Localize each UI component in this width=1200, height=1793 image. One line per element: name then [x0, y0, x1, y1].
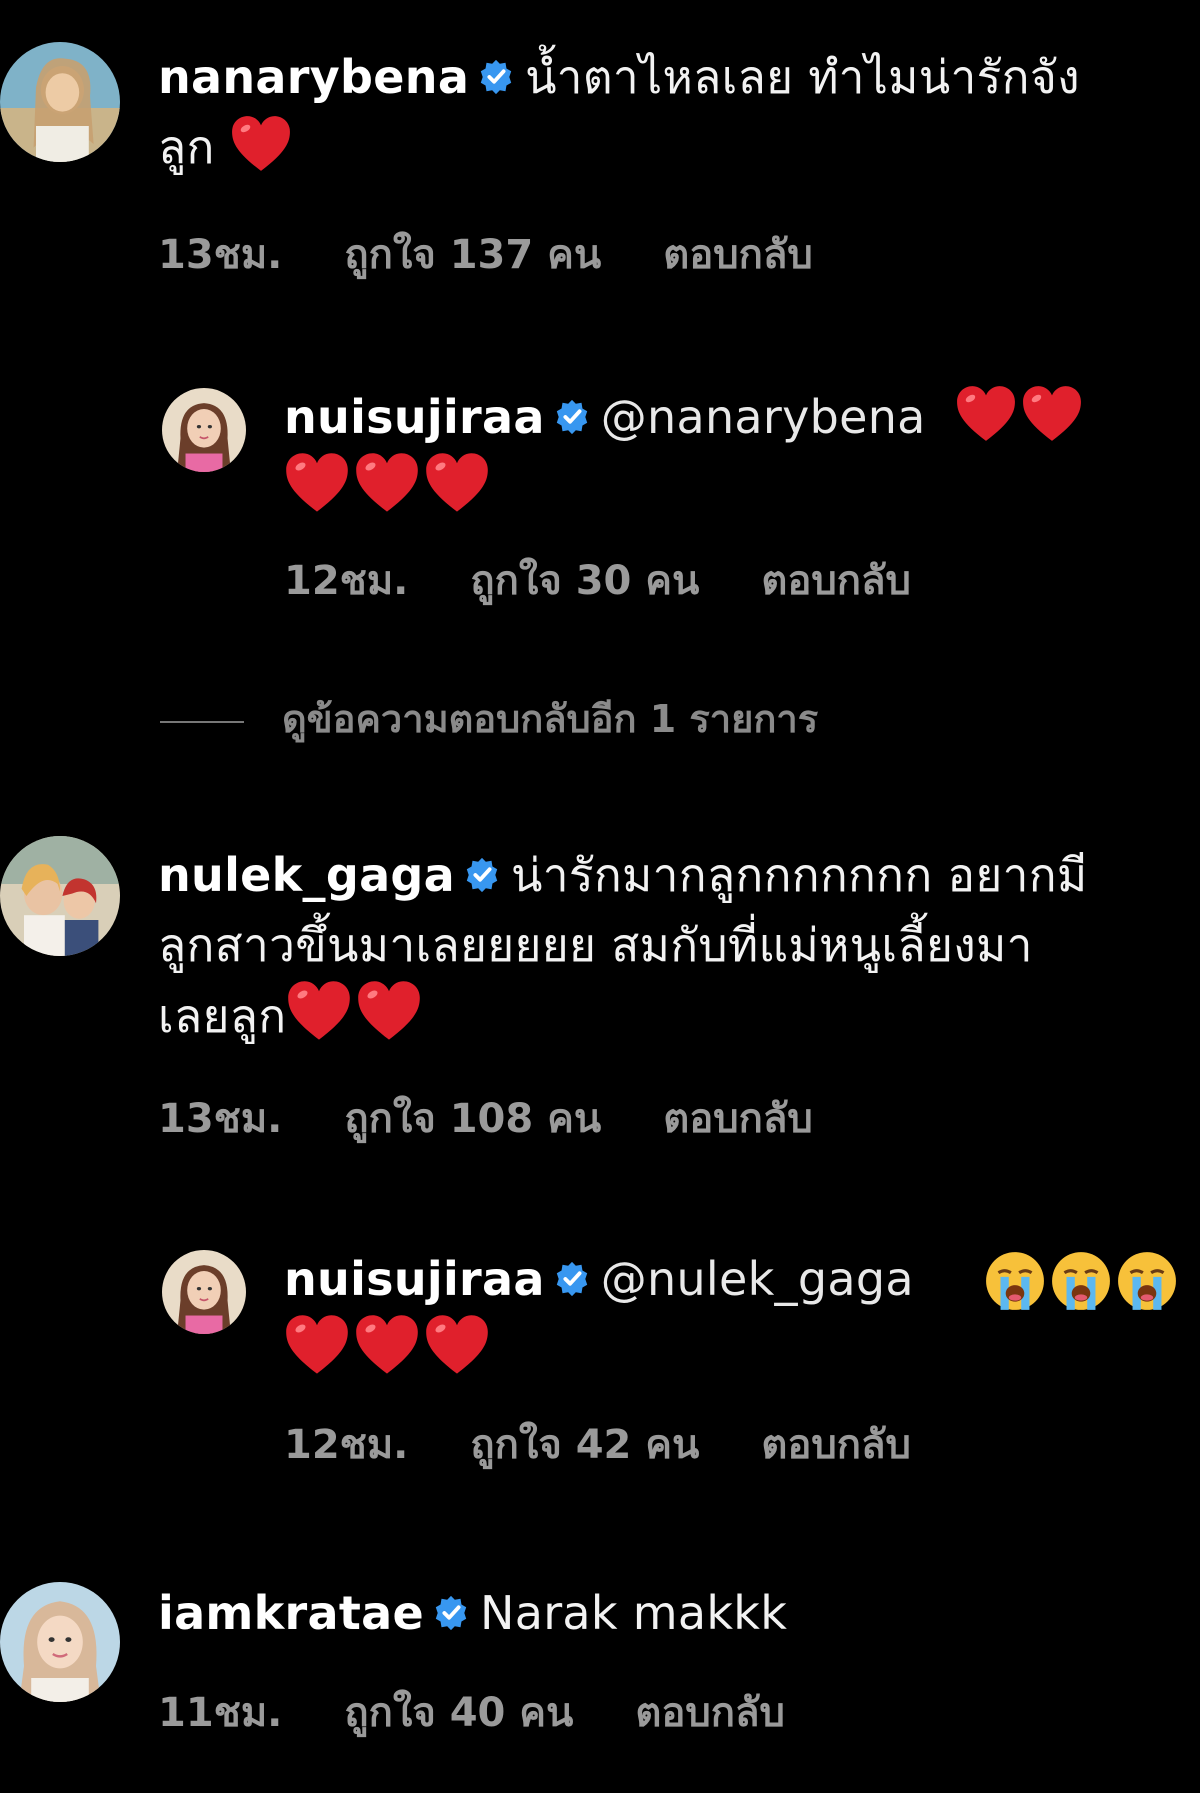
verified-badge-icon: [463, 856, 501, 894]
red-heart-emoji-icon: [356, 980, 422, 1042]
comment-text: เลยลูก: [158, 989, 287, 1043]
username[interactable]: nuisujiraa: [284, 390, 545, 444]
username[interactable]: nulek_gaga: [158, 848, 455, 902]
red-heart-emoji-icon: [354, 1314, 420, 1376]
view-more-replies-button[interactable]: ดูข้อความตอบกลับอีก 1 รายการ: [160, 688, 818, 749]
username[interactable]: iamkratae: [158, 1586, 424, 1640]
reply-button[interactable]: ตอบกลับ: [761, 1412, 911, 1476]
red-heart-emoji-icon: [284, 1314, 350, 1376]
reply-button[interactable]: ตอบกลับ: [663, 222, 813, 286]
loudly-crying-emoji-icon: [984, 1250, 1046, 1312]
red-heart-emoji-icon: [230, 115, 292, 173]
red-heart-emoji-icon: [284, 452, 350, 514]
username[interactable]: nuisujiraa: [284, 1252, 545, 1306]
verified-badge-icon: [432, 1594, 470, 1632]
comment-line-2: ลูกสาวขึ้นมาเลยยยยย สมกับที่แม่หนูเลี้ยง…: [158, 910, 1198, 980]
loudly-crying-emoji-icon: [1116, 1250, 1178, 1312]
red-heart-emoji-icon: [354, 452, 420, 514]
reply-button[interactable]: ตอบกลับ: [635, 1680, 785, 1744]
comment-line-2: ลูก: [158, 112, 1188, 182]
comment-text: ลูก: [158, 120, 215, 174]
comment-line-1: iamkratae Narak makkk: [158, 1578, 1158, 1648]
verified-badge-icon: [553, 398, 591, 436]
comment-line-2: [284, 452, 1184, 523]
comment-text: Narak makkk: [480, 1586, 788, 1640]
timestamp: 13ชม.: [158, 232, 283, 278]
comment-text: น้ำตาไหลเลย ทำไมน่ารักจัง: [525, 50, 1080, 104]
red-heart-emoji-icon: [286, 980, 352, 1042]
comment-line-3: เลยลูก: [158, 980, 1198, 1051]
comment-line-1: nanarybena น้ำตาไหลเลย ทำไมน่ารักจัง: [158, 42, 1188, 112]
verified-badge-icon: [477, 58, 515, 96]
verified-badge-icon: [553, 1260, 591, 1298]
reply-button[interactable]: ตอบกลับ: [761, 548, 911, 612]
likes-count[interactable]: ถูกใจ 30 คน: [470, 548, 699, 612]
avatar[interactable]: [0, 836, 120, 956]
comment-text: น่ารักมากลูกกกกกกก อยากมี: [511, 848, 1088, 902]
comment-line-1: nulek_gaga น่ารักมากลูกกกกกกก อยากมี: [158, 840, 1198, 910]
mention-link[interactable]: @nanarybena: [601, 390, 926, 444]
timestamp: 11ชม.: [158, 1690, 283, 1736]
red-heart-emoji-icon: [424, 452, 490, 514]
reply-button[interactable]: ตอบกลับ: [663, 1086, 813, 1150]
red-heart-emoji-icon: [955, 385, 1017, 443]
loudly-crying-emoji-icon: [1050, 1250, 1112, 1312]
emoji-group: [984, 1250, 1178, 1321]
likes-count[interactable]: ถูกใจ 108 คน: [344, 1086, 601, 1150]
timestamp: 13ชม.: [158, 1096, 283, 1142]
likes-count[interactable]: ถูกใจ 42 คน: [470, 1412, 699, 1476]
username[interactable]: nanarybena: [158, 50, 469, 104]
timestamp: 12ชม.: [284, 1422, 409, 1468]
mention-link[interactable]: @nulek_gaga: [601, 1252, 914, 1306]
likes-count[interactable]: ถูกใจ 40 คน: [344, 1680, 573, 1744]
view-more-replies-label: ดูข้อความตอบกลับอีก 1 รายการ: [282, 697, 819, 741]
comment-line-1: nuisujiraa @nanarybena: [284, 382, 1184, 452]
red-heart-emoji-icon: [424, 1314, 490, 1376]
red-heart-emoji-icon: [1021, 385, 1083, 443]
avatar[interactable]: [0, 1582, 120, 1702]
timestamp: 12ชม.: [284, 558, 409, 604]
avatar[interactable]: [162, 388, 246, 472]
comment-text: ลูกสาวขึ้นมาเลยยยยย สมกับที่แม่หนูเลี้ยง…: [158, 918, 1033, 972]
avatar[interactable]: [162, 1250, 246, 1334]
likes-count[interactable]: ถูกใจ 137 คน: [344, 222, 601, 286]
comment-line-2: [284, 1314, 1196, 1385]
divider-line: [160, 720, 244, 723]
avatar[interactable]: [0, 42, 120, 162]
